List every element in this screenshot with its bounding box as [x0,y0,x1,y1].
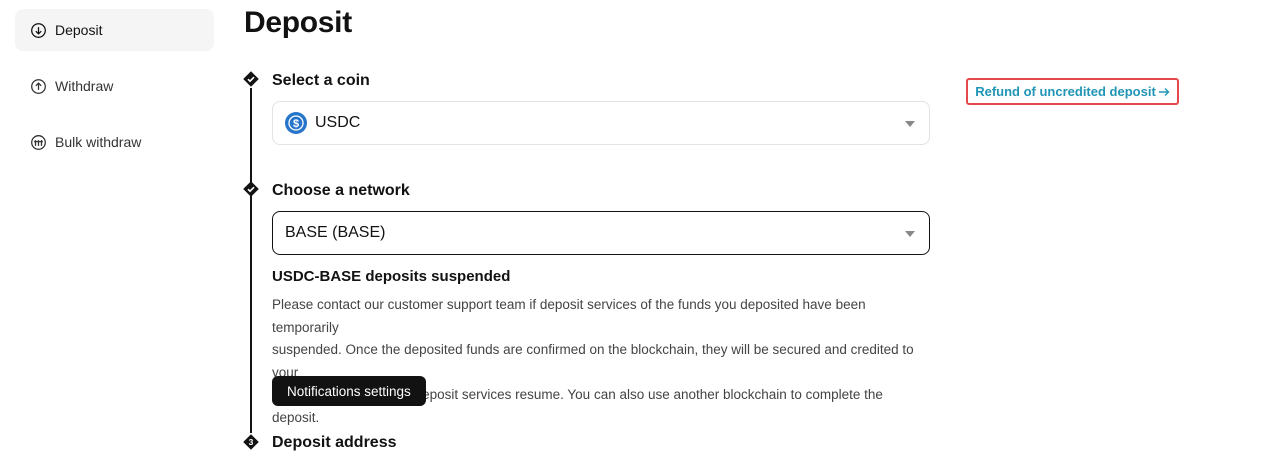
step-select-coin-title: Select a coin [272,72,370,89]
sidebar-item-label: Bulk withdraw [55,134,142,150]
sidebar: Deposit Withdraw Bulk withdraw [15,9,214,177]
sidebar-item-deposit[interactable]: Deposit [15,9,214,51]
suspension-notice-title: USDC-BASE deposits suspended [272,268,511,285]
chevron-down-icon [905,121,915,127]
suspension-notice-body: Please contact our customer support team… [272,294,932,429]
sidebar-item-bulk-withdraw[interactable]: Bulk withdraw [15,121,214,163]
page-title: Deposit [244,6,352,39]
step-complete-icon [243,181,259,197]
refund-uncredited-deposit-link[interactable]: Refund of uncredited deposit [966,78,1179,105]
step-number-icon: 3 [243,434,259,450]
notifications-settings-button[interactable]: Notifications settings [272,376,426,406]
arrow-right-icon [1158,87,1170,96]
sidebar-item-label: Withdraw [55,78,114,94]
step-choose-network-title: Choose a network [272,182,410,199]
usdc-icon: $ [285,112,307,134]
coin-select[interactable]: $ USDC [272,101,930,145]
coin-select-value: USDC [315,114,361,131]
bulk-withdraw-icon [31,134,46,150]
network-select[interactable]: BASE (BASE) [272,211,930,255]
notice-line: Please contact our customer support team… [272,297,866,335]
arrow-down-circle-icon [31,22,46,38]
step-deposit-address-title: Deposit address [272,434,397,451]
svg-text:$: $ [293,118,299,130]
step-complete-icon [243,71,259,87]
sidebar-item-label: Deposit [55,22,103,38]
refund-link-label: Refund of uncredited deposit [975,84,1156,99]
step-number: 3 [249,437,254,447]
arrow-up-circle-icon [31,78,46,94]
steps-timeline [250,88,252,433]
chevron-down-icon [905,231,915,237]
sidebar-item-withdraw[interactable]: Withdraw [15,65,214,107]
network-select-value: BASE (BASE) [285,224,386,241]
